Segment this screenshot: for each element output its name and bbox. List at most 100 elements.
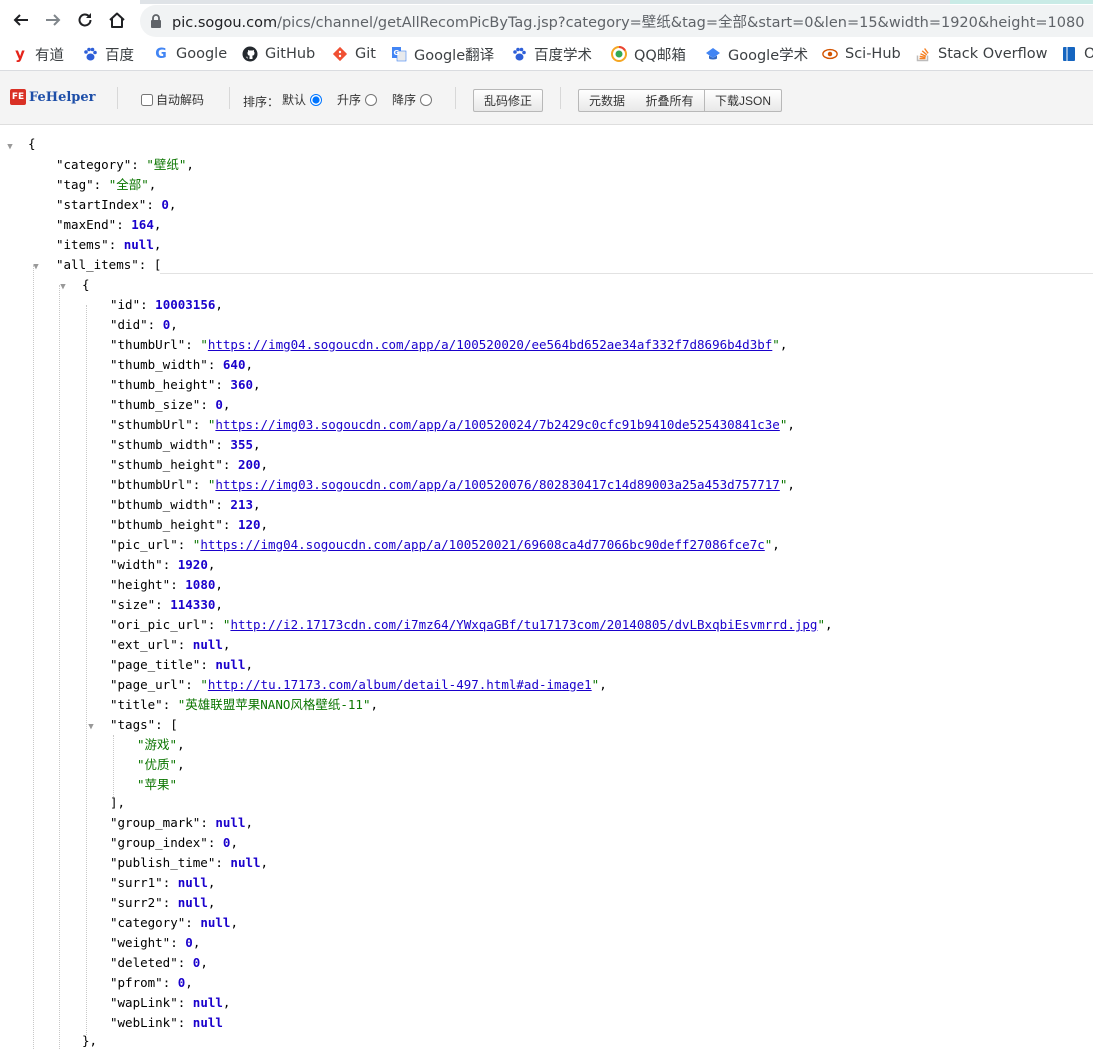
json-key: "title" bbox=[110, 697, 163, 712]
toolbar-divider bbox=[117, 87, 118, 109]
sort-desc-option[interactable]: 降序 bbox=[392, 91, 433, 108]
fehelper-logo-icon: FE bbox=[10, 89, 26, 105]
json-row-id: "id": 10003156, bbox=[110, 297, 223, 312]
lock-icon[interactable] bbox=[149, 13, 163, 29]
json-row-page-title: "page_title": null, bbox=[110, 657, 254, 672]
bookmark-label: Google翻译 bbox=[414, 47, 495, 64]
sort-label: 排序： bbox=[243, 95, 280, 109]
sort-asc-option[interactable]: 升序 bbox=[337, 91, 378, 108]
json-key: "thumb_height" bbox=[110, 377, 216, 392]
json-row-sthumburl: "sthumbUrl": "https://img03.sogoucdn.com… bbox=[110, 417, 795, 432]
bookmark-label: 百度 bbox=[105, 47, 134, 64]
json-key: "size" bbox=[110, 597, 156, 612]
url-text[interactable]: pic.sogou.com/pics/channel/getAllRecomPi… bbox=[172, 11, 1084, 32]
bookmark-stackoverflow[interactable]: Stack Overflow bbox=[915, 43, 1048, 65]
json-row-items: "items": null, bbox=[56, 237, 162, 252]
json-row-bthumb-height: "bthumb_height": 120, bbox=[110, 517, 269, 532]
json-key: "sthumbUrl" bbox=[110, 417, 193, 432]
bookmark-baidu[interactable]: 百度 bbox=[82, 43, 134, 65]
bookmark-scihub[interactable]: Sci-Hub bbox=[822, 43, 901, 65]
brace: { bbox=[28, 136, 36, 151]
sort-desc-radio[interactable] bbox=[420, 93, 433, 106]
bookmark-youdao[interactable]: y 有道 bbox=[12, 43, 64, 65]
json-viewer: ▼ { "category": "壁纸", "tag": "全部", "star… bbox=[0, 125, 1093, 1049]
json-row-group-index: "group_index": 0, bbox=[110, 835, 238, 850]
json-link[interactable]: https://img04.sogoucdn.com/app/a/1005200… bbox=[200, 537, 764, 552]
json-row-thumburl: "thumbUrl": "https://img04.sogoucdn.com/… bbox=[110, 337, 788, 352]
reload-icon bbox=[78, 13, 92, 27]
json-key: "deleted" bbox=[110, 955, 178, 970]
json-number: 355 bbox=[230, 437, 253, 452]
auto-decode-option[interactable]: 自动解码 bbox=[141, 91, 204, 108]
json-link[interactable]: http://i2.17173cdn.com/i7mz64/YWxqaGBf/t… bbox=[230, 617, 817, 632]
bookmark-label: GitHub bbox=[265, 46, 316, 62]
json-key: "thumb_size" bbox=[110, 397, 201, 412]
bookmark-baidu-scholar[interactable]: 百度学术 bbox=[511, 43, 592, 65]
bookmark-google-scholar[interactable]: Google学术 bbox=[705, 43, 808, 65]
json-row-thumb-width: "thumb_width": 640, bbox=[110, 357, 254, 372]
collapse-toggle-icon[interactable]: ▼ bbox=[5, 142, 15, 152]
collapse-all-button[interactable]: 折叠所有 bbox=[635, 89, 705, 112]
auto-decode-label: 自动解码 bbox=[156, 93, 205, 107]
json-key: "page_url" bbox=[110, 677, 186, 692]
url-path: /pics/channel/getAllRecomPicByTag.jsp?ca… bbox=[277, 15, 1085, 31]
fehelper-logo[interactable]: FE FeHelper bbox=[10, 86, 96, 108]
metadata-button[interactable]: 元数据 bbox=[578, 89, 636, 112]
json-null: null bbox=[215, 815, 246, 830]
json-link[interactable]: https://img03.sogoucdn.com/app/a/1005200… bbox=[215, 477, 779, 492]
scholar-cap-icon bbox=[705, 46, 721, 62]
home-button[interactable] bbox=[102, 5, 132, 35]
bookmark-git[interactable]: Git bbox=[332, 43, 376, 65]
json-number: 164 bbox=[131, 217, 154, 232]
back-button[interactable] bbox=[6, 5, 36, 35]
json-key: "ori_pic_url" bbox=[110, 617, 208, 632]
json-key: "page_title" bbox=[110, 657, 201, 672]
json-number: 0 bbox=[177, 975, 186, 990]
json-row-tags: "tags": [ bbox=[110, 717, 178, 732]
indent-guide bbox=[86, 305, 87, 1035]
bookmark-label: Google bbox=[176, 46, 228, 62]
sort-default-radio[interactable] bbox=[310, 93, 323, 106]
bookmark-overflow[interactable]: O bbox=[1061, 43, 1093, 65]
address-bar[interactable]: pic.sogou.com/pics/channel/getAllRecomPi… bbox=[140, 5, 1093, 37]
json-link[interactable]: https://img03.sogoucdn.com/app/a/1005200… bbox=[215, 417, 779, 432]
bookmark-qqmail[interactable]: QQ邮箱 bbox=[611, 43, 686, 65]
forward-button[interactable] bbox=[38, 5, 68, 35]
svg-text:G: G bbox=[394, 49, 400, 57]
json-row-surr2: "surr2": null, bbox=[110, 895, 216, 910]
json-key: "height" bbox=[110, 577, 171, 592]
collapse-toggle-icon[interactable]: ▼ bbox=[58, 282, 68, 292]
sort-default-label: 默认 bbox=[282, 93, 307, 107]
json-object-open: { bbox=[82, 277, 90, 292]
json-key: "bthumb_height" bbox=[110, 517, 223, 532]
row-hover-line bbox=[160, 273, 1093, 274]
json-key: "group_index" bbox=[110, 835, 208, 850]
bookmark-github[interactable]: GitHub bbox=[242, 43, 315, 65]
auto-decode-checkbox[interactable] bbox=[141, 93, 153, 106]
json-link[interactable]: https://img04.sogoucdn.com/app/a/1005200… bbox=[208, 337, 772, 352]
json-brace-open: { bbox=[28, 134, 36, 154]
json-key: "tag" bbox=[56, 177, 94, 192]
collapse-toggle-icon[interactable]: ▼ bbox=[31, 262, 41, 272]
fix-encoding-button[interactable]: 乱码修正 bbox=[473, 89, 543, 112]
sort-asc-radio[interactable] bbox=[365, 93, 378, 106]
download-json-button[interactable]: 下载JSON bbox=[704, 89, 782, 112]
scihub-icon bbox=[822, 46, 838, 62]
json-link[interactable]: http://tu.17173.com/album/detail-497.htm… bbox=[208, 677, 592, 692]
json-number: 10003156 bbox=[155, 297, 216, 312]
bookmark-label: 百度学术 bbox=[534, 47, 592, 64]
json-row-page-url: "page_url": "http://tu.17173.com/album/d… bbox=[110, 677, 607, 692]
json-number: 0 bbox=[161, 197, 169, 212]
bookmark-google[interactable]: G Google bbox=[153, 43, 227, 65]
json-key: "items" bbox=[56, 237, 109, 252]
sort-default-option[interactable]: 默认 bbox=[282, 91, 323, 108]
collapse-toggle-icon[interactable]: ▼ bbox=[86, 722, 96, 732]
json-row-thumb-height: "thumb_height": 360, bbox=[110, 377, 261, 392]
json-null: null bbox=[177, 895, 208, 910]
github-icon bbox=[242, 46, 258, 62]
bookmark-google-translate[interactable]: G Google翻译 bbox=[391, 43, 494, 65]
reload-button[interactable] bbox=[70, 5, 100, 35]
bookmarks-bar: y 有道 百度 G Google GitHub Git G Google翻译 百度学术… bbox=[0, 38, 1093, 71]
json-null: null bbox=[192, 995, 223, 1010]
json-key: "webLink" bbox=[110, 1015, 178, 1030]
